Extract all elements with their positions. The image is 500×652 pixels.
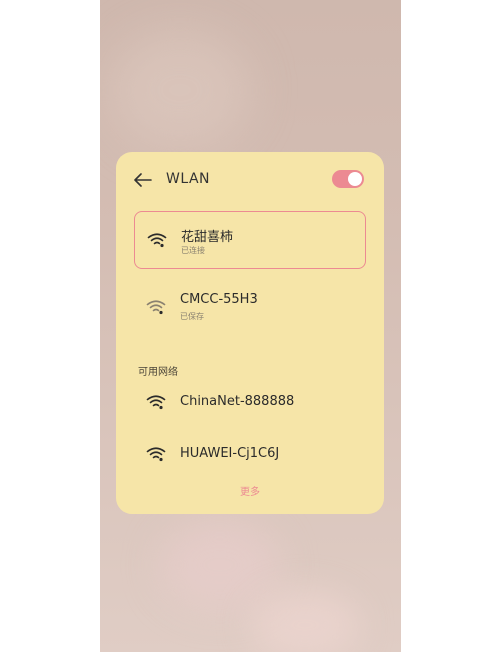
wlan-card: WLAN 花甜喜柿 已连接 CMCC-55H3 已保存 可用网络 ChinaNe… — [116, 152, 384, 514]
page-title: WLAN — [166, 171, 211, 187]
background-blur — [160, 520, 280, 610]
network-item[interactable]: HUAWEI-Cj1C6J — [134, 434, 366, 474]
wlan-toggle[interactable] — [332, 170, 364, 188]
available-networks-heading: 可用网络 — [138, 367, 178, 378]
network-name: 花甜喜柿 — [181, 230, 234, 245]
wifi-icon — [146, 299, 166, 315]
toggle-knob — [348, 172, 362, 186]
wifi-icon — [146, 394, 166, 410]
network-name: CMCC-55H3 — [180, 292, 258, 307]
background-blur — [250, 590, 360, 652]
wifi-icon — [147, 232, 167, 248]
network-item-connected[interactable]: 花甜喜柿 已连接 — [134, 211, 366, 269]
network-status: 已连接 — [181, 246, 205, 255]
network-item-saved[interactable]: CMCC-55H3 已保存 — [134, 278, 366, 336]
back-arrow-icon[interactable] — [134, 172, 152, 188]
more-networks-link[interactable]: 更多 — [116, 483, 384, 498]
background-blur — [110, 30, 250, 150]
network-item[interactable]: ChinaNet-888888 — [134, 382, 366, 422]
wlan-header: WLAN — [116, 152, 384, 208]
wifi-icon — [146, 446, 166, 462]
network-status: 已保存 — [180, 312, 204, 321]
network-name: ChinaNet-888888 — [180, 394, 295, 409]
network-name: HUAWEI-Cj1C6J — [180, 446, 280, 461]
